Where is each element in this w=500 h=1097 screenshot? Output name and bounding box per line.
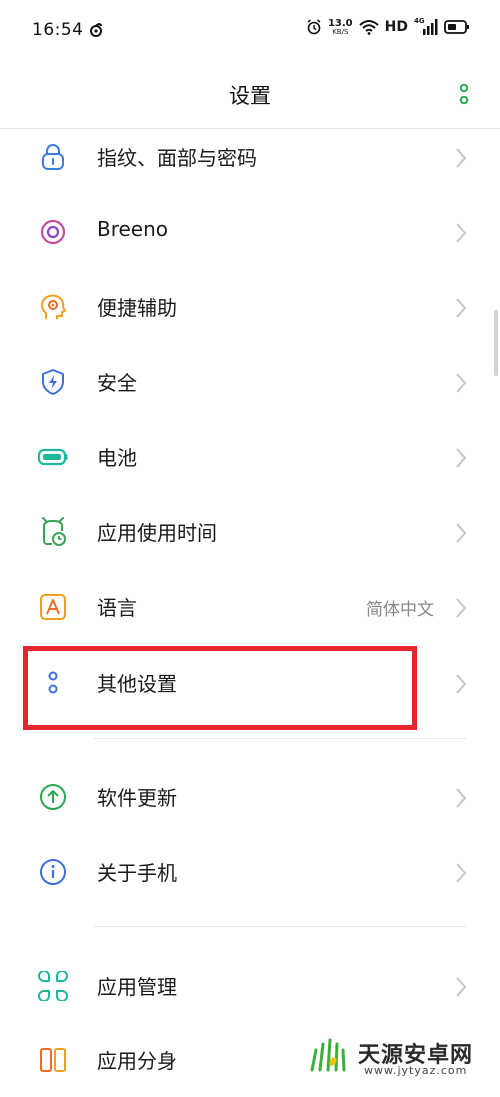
app-clone-icon xyxy=(40,1048,66,1072)
chevron-right-icon xyxy=(456,298,467,318)
settings-item-breeno[interactable]: Breeno xyxy=(0,195,500,269)
settings-item-label: 安全 xyxy=(97,371,137,395)
alarm-icon xyxy=(307,19,321,35)
swirl-app-icon xyxy=(90,23,102,37)
settings-item-convenience-assist[interactable]: 便捷辅助 xyxy=(0,270,500,344)
settings-item-label: 电池 xyxy=(97,446,137,470)
settings-item-app-usage-time[interactable]: 应用使用时间 xyxy=(0,495,500,569)
battery-icon xyxy=(38,448,68,466)
assist-head-icon xyxy=(41,294,66,319)
chevron-right-icon xyxy=(456,523,467,543)
settings-item-language[interactable]: 语言 简体中文 xyxy=(0,570,500,644)
hd-indicator: HD xyxy=(384,19,408,35)
cell-signal: 4G xyxy=(414,17,438,36)
settings-item-label: 便捷辅助 xyxy=(97,296,177,320)
watermark-logo-icon xyxy=(310,1038,346,1072)
language-a-icon xyxy=(40,594,66,620)
settings-item-security[interactable]: 安全 xyxy=(0,345,500,419)
alarm-clock-icon xyxy=(42,517,66,546)
settings-item-label: 语言 xyxy=(97,596,137,620)
more-options-icon[interactable] xyxy=(456,80,472,110)
chevron-right-icon xyxy=(456,598,467,618)
chevron-right-icon xyxy=(456,448,467,468)
settings-item-label: 应用使用时间 xyxy=(97,521,217,545)
net-speed: 13.0 KB/S xyxy=(327,17,353,36)
watermark-url: www.jytyaz.com xyxy=(364,1064,468,1077)
settings-item-software-update[interactable]: 软件更新 xyxy=(0,760,500,834)
settings-item-label: 软件更新 xyxy=(97,786,177,810)
chevron-right-icon xyxy=(456,223,467,243)
settings-item-label: 指纹、面部与密码 xyxy=(97,146,257,170)
settings-item-label: 关于手机 xyxy=(97,861,177,885)
status-bar: 16:54 13.0 KB/S HD 4G xyxy=(0,0,500,62)
shield-bolt-icon xyxy=(42,369,64,395)
app-grid-icon xyxy=(38,971,68,1001)
divider xyxy=(94,926,466,927)
chevron-right-icon xyxy=(456,148,467,168)
chevron-right-icon xyxy=(456,674,467,694)
page-title: 设置 xyxy=(229,84,271,108)
info-icon xyxy=(40,859,66,885)
settings-item-label: Breeno xyxy=(97,217,169,241)
chevron-right-icon xyxy=(456,863,467,883)
settings-item-about-phone[interactable]: 关于手机 xyxy=(0,835,500,909)
settings-item-label: 应用分身 xyxy=(97,1049,177,1073)
chevron-right-icon xyxy=(456,977,467,997)
divider xyxy=(94,738,466,739)
settings-item-fingerprint-face-password[interactable]: 指纹、面部与密码 xyxy=(0,120,500,194)
highlight-box xyxy=(23,646,417,730)
chevron-right-icon xyxy=(456,788,467,808)
scrollbar-thumb[interactable] xyxy=(494,310,498,376)
watermark: 天源安卓网 www.jytyaz.com xyxy=(306,1036,486,1080)
language-value: 简体中文 xyxy=(366,600,434,620)
status-icons: 13.0 KB/S HD 4G xyxy=(306,17,470,36)
settings-item-battery[interactable]: 电池 xyxy=(0,420,500,494)
update-arrow-icon xyxy=(40,784,66,810)
lock-icon xyxy=(42,144,64,170)
battery-status-icon xyxy=(444,20,469,34)
wifi-icon xyxy=(358,20,379,35)
settings-item-app-management[interactable]: 应用管理 xyxy=(0,949,500,1023)
status-time: 16:54 xyxy=(32,20,84,40)
signal-bars-icon xyxy=(423,19,438,35)
chevron-right-icon xyxy=(456,373,467,393)
breeno-icon xyxy=(40,219,66,245)
settings-item-label: 应用管理 xyxy=(97,975,177,999)
header: 设置 xyxy=(0,62,500,129)
